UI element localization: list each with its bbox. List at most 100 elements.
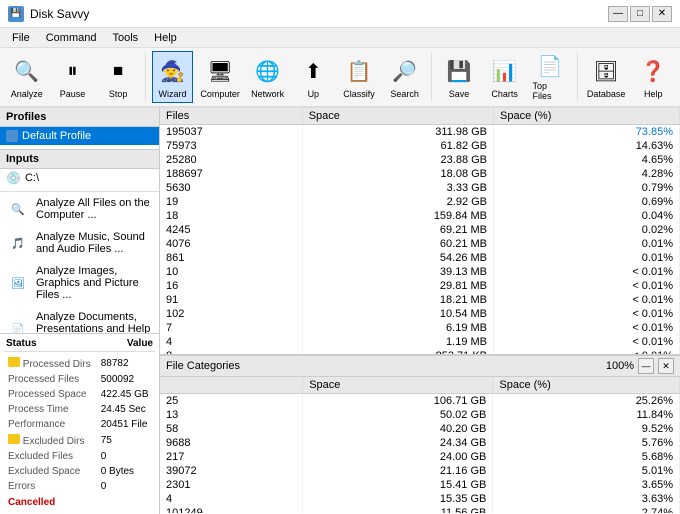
- toolbar: 🔍 Analyze ⏸ Pause ⏹ Stop 🧙 Wizard 🖥 Comp…: [0, 48, 680, 108]
- table-row[interactable]: 7 6.19 MB < 0.01%: [160, 321, 680, 335]
- table-row[interactable]: 16 29.81 MB < 0.01%: [160, 279, 680, 293]
- titlebar-buttons[interactable]: — □ ✕: [608, 6, 672, 22]
- cell-pct: 0.69%: [494, 195, 680, 209]
- top-table-scroll[interactable]: Files Space Space (%) 195037 311.98 GB 7…: [160, 108, 680, 354]
- status-label-time: Process Time: [6, 403, 97, 416]
- classify-button[interactable]: 📋 Classify: [338, 51, 380, 103]
- save-button[interactable]: 💾 Save: [438, 51, 480, 103]
- dropdown-section-all: 🔍 Analyze All Files on the Computer ... …: [0, 192, 159, 333]
- pause-button[interactable]: ⏸ Pause: [52, 51, 94, 103]
- table-row[interactable]: 4245 69.21 MB 0.02%: [160, 223, 680, 237]
- bottom-icon-btn-1[interactable]: —: [638, 358, 654, 374]
- docs-icon: 📄: [8, 321, 28, 333]
- bottom-data-table: Space Space (%) 25 106.71 GB 25.26% 13 5…: [160, 377, 680, 513]
- cell-pct: 0.04%: [494, 209, 680, 223]
- menu-file[interactable]: File: [4, 30, 38, 46]
- menu-help[interactable]: Help: [146, 30, 185, 46]
- help-button[interactable]: ❓ Help: [632, 51, 674, 103]
- dropdown-item-all-files[interactable]: 🔍 Analyze All Files on the Computer ...: [0, 192, 159, 226]
- computer-label: Computer: [200, 89, 240, 99]
- table-header-row: Files Space Space (%): [160, 108, 680, 125]
- status-value-files: 500092: [99, 373, 153, 386]
- top-files-button[interactable]: 📄 Top Files: [529, 51, 571, 103]
- list-item[interactable]: 9688 24.34 GB 5.76%: [160, 436, 680, 450]
- cell-b-space: 50.02 GB: [303, 408, 493, 422]
- cell-space: 60.21 MB: [302, 237, 493, 251]
- charts-button[interactable]: 📊 Charts: [484, 51, 526, 103]
- cell-b-space: 21.16 GB: [303, 464, 493, 478]
- bottom-pct-label: 100%: [606, 360, 634, 372]
- database-button[interactable]: 🗄 Database: [584, 51, 629, 103]
- status-label-files: Processed Files: [6, 373, 97, 386]
- dropdown-item-images[interactable]: 🖼 Analyze Images, Graphics and Picture F…: [0, 260, 159, 306]
- table-row[interactable]: 18 159.84 MB 0.04%: [160, 209, 680, 223]
- stop-button[interactable]: ⏹ Stop: [97, 51, 139, 103]
- cell-files: 18: [160, 209, 302, 223]
- maximize-button[interactable]: □: [630, 6, 650, 22]
- up-label: Up: [308, 89, 320, 99]
- analyze-button[interactable]: 🔍 Analyze: [6, 51, 48, 103]
- cell-pct: 0.02%: [494, 223, 680, 237]
- help-icon: ❓: [637, 55, 669, 87]
- table-row[interactable]: 75973 61.82 GB 14.63%: [160, 139, 680, 153]
- bottom-header-row: Space Space (%): [160, 377, 680, 394]
- cell-space: 2.92 GB: [302, 195, 493, 209]
- right-panel: Files Space Space (%) 195037 311.98 GB 7…: [160, 108, 680, 514]
- table-row[interactable]: 91 18.21 MB < 0.01%: [160, 293, 680, 307]
- cell-space: 29.81 MB: [302, 279, 493, 293]
- network-button[interactable]: 🌐 Network: [247, 51, 289, 103]
- minimize-button[interactable]: —: [608, 6, 628, 22]
- dropdown-item-docs[interactable]: 📄 Analyze Documents, Presentations and H…: [0, 306, 159, 333]
- menu-command[interactable]: Command: [38, 30, 105, 46]
- table-row[interactable]: 102 10.54 MB < 0.01%: [160, 307, 680, 321]
- computer-icon: 🖥: [204, 55, 236, 87]
- cell-pct: < 0.01%: [494, 307, 680, 321]
- status-col-label: Status: [6, 338, 37, 349]
- status-value-errors: 0: [99, 480, 153, 493]
- list-item[interactable]: 2301 15.41 GB 3.65%: [160, 478, 680, 492]
- cell-files: 25280: [160, 153, 302, 167]
- profile-default[interactable]: Default Profile: [0, 127, 159, 145]
- search-label: Search: [390, 89, 419, 99]
- bottom-header-right: 100% — ✕: [606, 358, 674, 374]
- cell-files: 188697: [160, 167, 302, 181]
- bottom-icon-btn-2[interactable]: ✕: [658, 358, 674, 374]
- list-item[interactable]: 101249 11.56 GB 2.74%: [160, 506, 680, 513]
- classify-icon: 📋: [343, 55, 375, 87]
- cell-files: 5630: [160, 181, 302, 195]
- list-item[interactable]: 58 40.20 GB 9.52%: [160, 422, 680, 436]
- list-item[interactable]: 4 15.35 GB 3.63%: [160, 492, 680, 506]
- table-row[interactable]: 4076 60.21 MB 0.01%: [160, 237, 680, 251]
- table-row[interactable]: 188697 18.08 GB 4.28%: [160, 167, 680, 181]
- table-row[interactable]: 4 1.19 MB < 0.01%: [160, 335, 680, 349]
- list-item[interactable]: 217 24.00 GB 5.68%: [160, 450, 680, 464]
- status-value-space: 422.45 GB: [99, 388, 153, 401]
- table-row[interactable]: 10 39.13 MB < 0.01%: [160, 265, 680, 279]
- search-button[interactable]: 🔎 Search: [384, 51, 426, 103]
- status-value-perf: 20451 File: [99, 418, 153, 431]
- list-item[interactable]: 39072 21.16 GB 5.01%: [160, 464, 680, 478]
- menu-tools[interactable]: Tools: [104, 30, 146, 46]
- up-button[interactable]: ⬆ Up: [293, 51, 335, 103]
- close-button[interactable]: ✕: [652, 6, 672, 22]
- cell-b-space: 15.41 GB: [303, 478, 493, 492]
- list-item[interactable]: 13 50.02 GB 11.84%: [160, 408, 680, 422]
- list-item[interactable]: 25 106.71 GB 25.26%: [160, 394, 680, 409]
- table-row[interactable]: 25280 23.88 GB 4.65%: [160, 153, 680, 167]
- table-row[interactable]: 5630 3.33 GB 0.79%: [160, 181, 680, 195]
- dropdown-item-music[interactable]: 🎵 Analyze Music, Sound and Audio Files .…: [0, 226, 159, 260]
- cell-space: 54.26 MB: [302, 251, 493, 265]
- cell-b-space: 40.20 GB: [303, 422, 493, 436]
- drive-icon: 💿: [6, 171, 21, 185]
- computer-button[interactable]: 🖥 Computer: [197, 51, 243, 103]
- input-drive[interactable]: 💿 C:\: [0, 169, 159, 187]
- table-row[interactable]: 195037 311.98 GB 73.85%: [160, 125, 680, 140]
- wizard-button[interactable]: 🧙 Wizard: [152, 51, 194, 103]
- bottom-table-scroll[interactable]: Space Space (%) 25 106.71 GB 25.26% 13 5…: [160, 377, 680, 513]
- drive-label: C:\: [25, 172, 39, 184]
- table-row[interactable]: 861 54.26 MB 0.01%: [160, 251, 680, 265]
- status-table: Processed Dirs 88782 Processed Files 500…: [4, 354, 155, 495]
- wizard-dropdown: 🔍 Analyze All Files on the Computer ... …: [0, 191, 159, 333]
- cell-b-pct: 25.26%: [493, 394, 680, 409]
- table-row[interactable]: 19 2.92 GB 0.69%: [160, 195, 680, 209]
